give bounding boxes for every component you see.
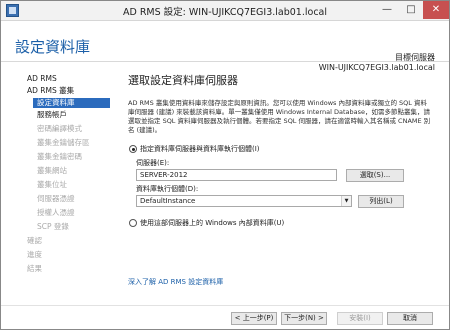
- nav-item-ad-rms[interactable]: AD RMS: [27, 74, 57, 84]
- help-link[interactable]: 深入了解 AD RMS 設定資料庫: [128, 277, 223, 287]
- nav-item-confirmation: 確認: [27, 236, 42, 245]
- radio-windows-internal-db[interactable]: [129, 219, 137, 227]
- nav-item-cluster-key-password: 叢集金鑰密碼: [37, 152, 82, 161]
- instance-combobox[interactable]: DefaultInstance ▼: [136, 195, 352, 207]
- select-server-button[interactable]: 選取(S)...: [346, 169, 404, 182]
- nav-item-cluster-website: 叢集網站: [37, 166, 67, 175]
- nav-item-configuration-database[interactable]: 設定資料庫: [33, 98, 110, 108]
- title-bar[interactable]: AD RMS 設定: WIN-UJIKCQ7EGI3.lab01.local —…: [1, 1, 449, 21]
- server-input[interactable]: SERVER-2012: [136, 169, 337, 181]
- nav-item-scp-registration: SCP 登錄: [37, 222, 69, 231]
- back-button[interactable]: < 上一步(P): [231, 312, 277, 325]
- nav-item-cluster-address: 叢集位址: [37, 180, 67, 189]
- nav-item-cryptographic-mode: 密碼編譯模式: [37, 124, 82, 133]
- radio-windows-internal-db-label: 使用這部伺服器上的 Windows 內部資料庫(U): [140, 219, 285, 227]
- minimize-icon[interactable]: —: [375, 1, 399, 19]
- nav-item-service-account[interactable]: 服務帳戶: [37, 110, 67, 120]
- wizard-header: 設定資料庫 目標伺服器 WIN-UJIKCQ7EGI3.lab01.local: [1, 21, 449, 72]
- instance-label: 資料庫執行個體(D):: [136, 185, 199, 193]
- configuration-window: AD RMS 設定: WIN-UJIKCQ7EGI3.lab01.local —…: [0, 0, 450, 330]
- next-button[interactable]: 下一步(N) >: [281, 312, 327, 325]
- nav-item-server-certificate: 伺服器憑證: [37, 194, 75, 203]
- description-text: AD RMS 叢集使用資料庫來儲存設定與原則資訊。您可以使用 Windows 內…: [128, 99, 431, 134]
- section-title: 選取設定資料庫伺服器: [128, 74, 238, 87]
- wizard-content: 選取設定資料庫伺服器 AD RMS 叢集使用資料庫來儲存設定與原則資訊。您可以使…: [118, 61, 449, 305]
- list-instances-button[interactable]: 列出(L): [358, 195, 404, 208]
- ad-rms-icon: [6, 4, 19, 17]
- nav-item-results: 結果: [27, 264, 42, 273]
- cancel-button[interactable]: 取消: [387, 312, 433, 325]
- instance-value: DefaultInstance: [140, 197, 196, 205]
- maximize-icon[interactable]: □: [399, 1, 423, 19]
- nav-item-ad-rms-cluster[interactable]: AD RMS 叢集: [27, 86, 74, 96]
- page-title: 設定資料庫: [15, 38, 91, 56]
- radio-specify-sql-label: 指定資料庫伺服器與資料庫執行個體(I): [140, 145, 260, 153]
- install-button: 安裝(I): [337, 312, 383, 325]
- server-label: 伺服器(E):: [136, 159, 170, 167]
- nav-item-licensor-certificate: 授權人憑證: [37, 208, 75, 217]
- nav-item-cluster-key-storage: 叢集金鑰儲存區: [37, 138, 90, 147]
- wizard-nav: AD RMS AD RMS 叢集 設定資料庫 服務帳戶 密碼編譯模式 叢集金鑰儲…: [1, 64, 118, 294]
- close-icon[interactable]: ✕: [423, 1, 449, 19]
- window-title: AD RMS 設定: WIN-UJIKCQ7EGI3.lab01.local: [122, 7, 328, 18]
- wizard-footer: < 上一步(P) 下一步(N) > 安裝(I) 取消: [1, 305, 449, 329]
- radio-specify-sql-server[interactable]: [129, 145, 137, 153]
- chevron-down-icon[interactable]: ▼: [341, 196, 351, 206]
- nav-item-progress: 進度: [27, 250, 42, 259]
